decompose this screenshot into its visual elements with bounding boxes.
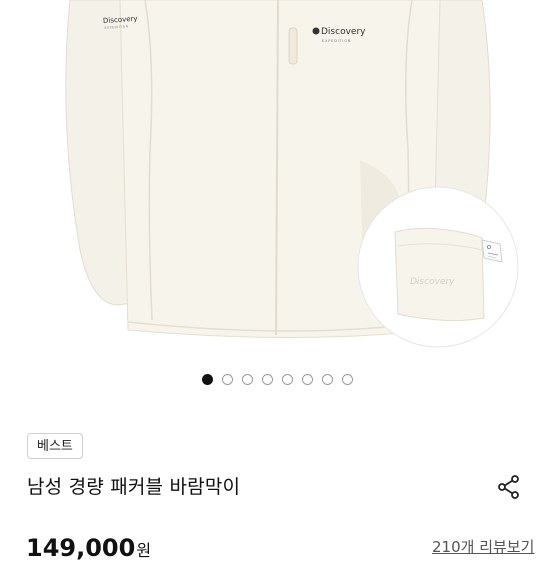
carousel-dot-8[interactable] xyxy=(341,374,353,385)
carousel-dot-6[interactable] xyxy=(301,374,313,385)
product-title: 남성 경량 패커블 바람막이 xyxy=(27,476,241,498)
product-info: 베스트 남성 경량 패커블 바람막이 149,000원 210개 리뷰보기 xyxy=(0,410,554,562)
carousel-dot-2[interactable] xyxy=(221,374,233,385)
share-icon[interactable] xyxy=(496,474,522,500)
jacket-product-image: Discovery EXPEDITION Discovery EXPEDITIO… xyxy=(65,0,519,348)
pouch-logo: Discovery xyxy=(410,277,455,287)
carousel-dot-1[interactable] xyxy=(201,374,213,385)
product-image-gallery[interactable]: Discovery EXPEDITION Discovery EXPEDITIO… xyxy=(0,0,554,410)
price-value: 149,000 xyxy=(26,534,136,562)
carousel-dot-7[interactable] xyxy=(321,374,333,385)
chest-logo: Discovery xyxy=(321,27,366,37)
price-unit: 원 xyxy=(136,541,152,560)
svg-text:EXPEDITION: EXPEDITION xyxy=(322,39,351,43)
price: 149,000원 xyxy=(26,534,151,562)
carousel-dot-3[interactable] xyxy=(241,374,253,385)
carousel-indicators xyxy=(0,374,554,385)
carousel-dot-5[interactable] xyxy=(281,374,293,385)
carousel-dot-4[interactable] xyxy=(261,374,273,385)
best-badge: 베스트 xyxy=(27,433,83,459)
